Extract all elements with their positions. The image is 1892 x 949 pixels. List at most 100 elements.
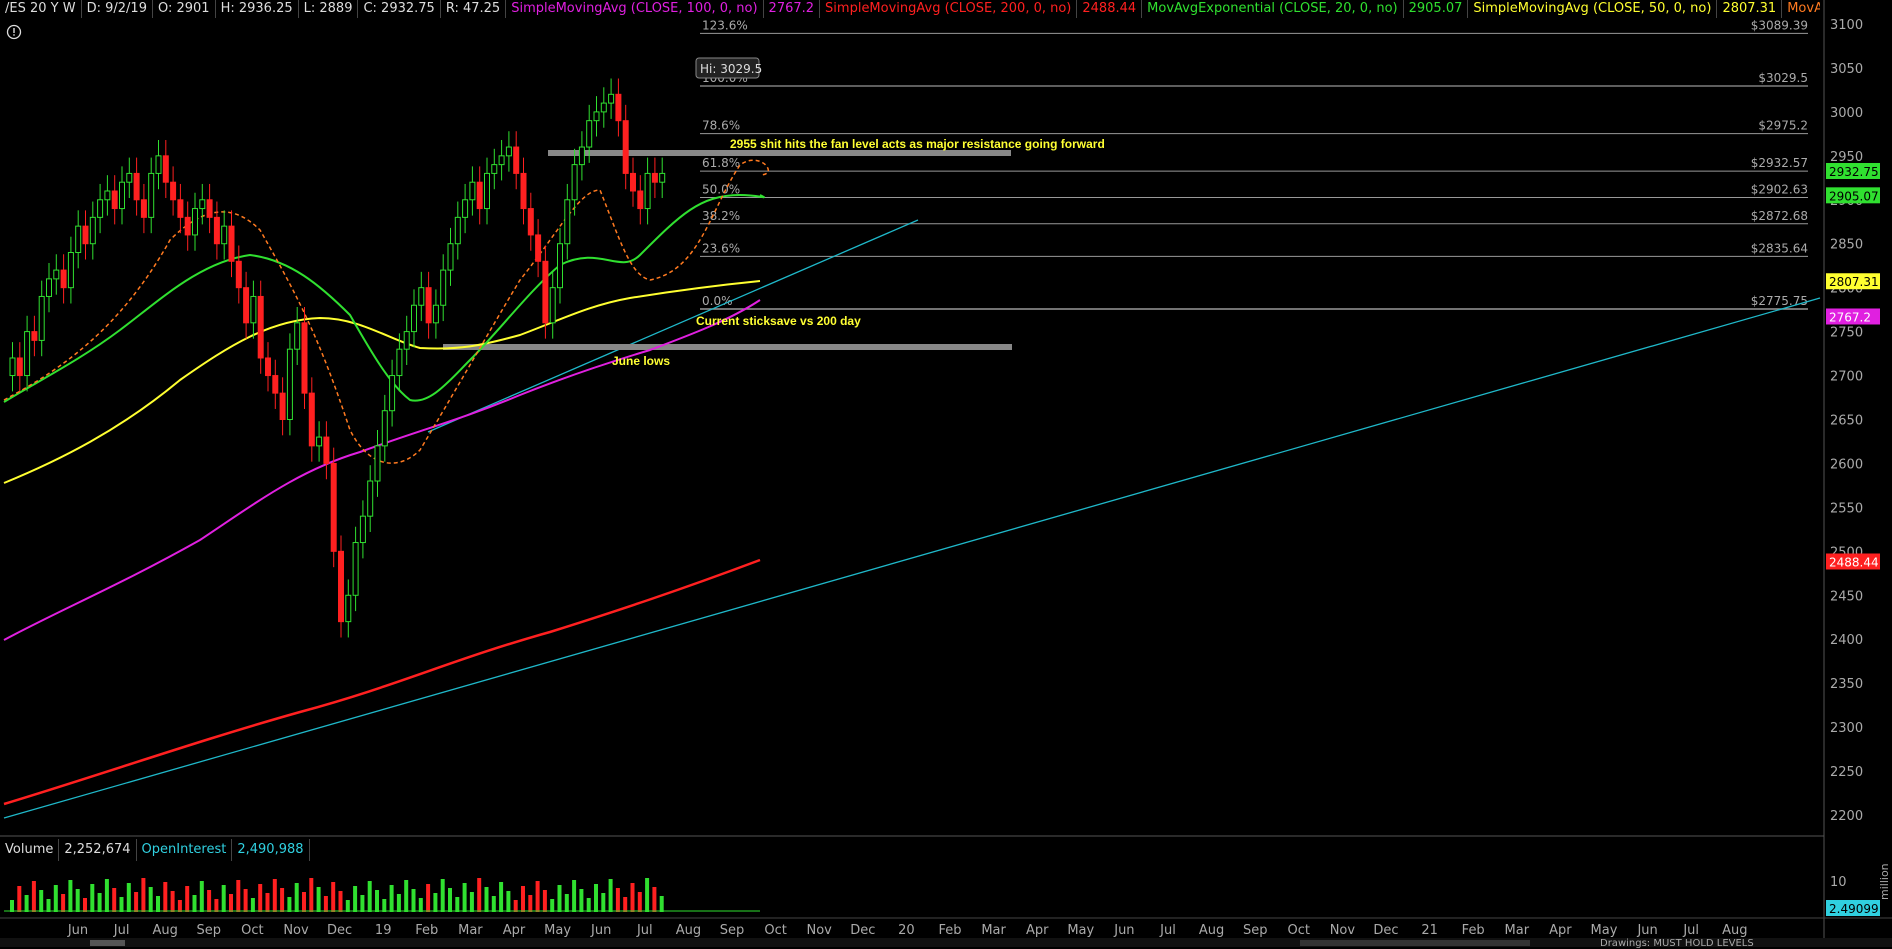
time-tick: Apr bbox=[503, 923, 526, 938]
volume-bar bbox=[367, 881, 372, 912]
time-tick: Aug bbox=[153, 923, 178, 938]
volume-bar bbox=[316, 887, 321, 912]
time-tick: Aug bbox=[1199, 923, 1224, 938]
volume-bar bbox=[396, 894, 401, 912]
price-tag: 2488.44 bbox=[1829, 555, 1879, 569]
range-label: R: 47.25 bbox=[441, 0, 507, 18]
candle-body bbox=[228, 225, 235, 262]
volume-bar bbox=[141, 878, 146, 912]
volume-bar bbox=[579, 889, 584, 912]
study-label[interactable]: SimpleMovingAvg (CLOSE, 50, 0, no) bbox=[1468, 0, 1718, 18]
study-label[interactable]: MovAvgExponential (CLOSE, 8, 0, no) bbox=[1782, 0, 1820, 18]
scrollbar-thumb[interactable] bbox=[90, 940, 125, 946]
volume-bar bbox=[382, 899, 387, 912]
sticksave-annotation: Current sticksave vs 200 day bbox=[696, 314, 861, 328]
candle-body bbox=[637, 190, 644, 210]
price-tag: 2767.2 bbox=[1829, 310, 1871, 324]
info-icon[interactable] bbox=[6, 24, 22, 40]
volume-bar bbox=[148, 887, 153, 912]
volume-bars bbox=[10, 878, 664, 912]
fib-percent: 123.6% bbox=[702, 18, 748, 32]
study-value: 2807.31 bbox=[1717, 0, 1783, 18]
open-label: O: 2901 bbox=[153, 0, 216, 18]
volume-bar bbox=[221, 885, 226, 912]
time-tick: Aug bbox=[676, 923, 701, 938]
volume-bar bbox=[229, 894, 233, 912]
candle-body bbox=[24, 331, 31, 377]
candle-body bbox=[338, 550, 344, 623]
candle-body bbox=[301, 322, 308, 394]
time-tick: Sep bbox=[1243, 923, 1268, 938]
volume-bar bbox=[550, 899, 555, 912]
volume-bar bbox=[411, 889, 416, 912]
ema-20-line bbox=[3, 193, 765, 403]
candle-body bbox=[330, 462, 337, 552]
volume-bar bbox=[572, 880, 577, 912]
candle-body bbox=[462, 199, 469, 218]
candle-body bbox=[119, 181, 125, 210]
study-label[interactable]: MovAvgExponential (CLOSE, 20, 0, no) bbox=[1142, 0, 1404, 18]
volume-bar bbox=[156, 896, 160, 912]
time-axis[interactable]: Jun Jul Aug Sep Oct Nov Dec 19 Feb Mar Apr May Jun Ju… bbox=[67, 923, 1748, 938]
time-tick: Jul bbox=[1682, 923, 1699, 938]
price-axis[interactable]: 3100305030002950290028502800275027002650… bbox=[1830, 18, 1863, 824]
candle-body bbox=[46, 278, 52, 297]
hi-bubble-text: Hi: 3029.5 bbox=[700, 62, 762, 76]
volume-bar bbox=[637, 892, 642, 912]
candle-body bbox=[651, 172, 658, 183]
drawings-label: Drawings: MUST HOLD LEVELS bbox=[1600, 938, 1754, 949]
time-tick: Jul bbox=[636, 923, 653, 938]
volume-bar bbox=[83, 898, 87, 912]
volume-bar bbox=[389, 885, 394, 912]
candle-body bbox=[571, 164, 578, 201]
time-tick: Mar bbox=[981, 923, 1006, 938]
candle-body bbox=[184, 216, 191, 236]
price-tag: 2905.07 bbox=[1829, 189, 1879, 203]
candle-body bbox=[206, 199, 213, 218]
candle-body bbox=[396, 348, 403, 377]
candle-body bbox=[53, 269, 60, 280]
june-lows-zone bbox=[443, 344, 1012, 350]
candle-body bbox=[389, 375, 396, 412]
candle-body bbox=[418, 287, 425, 306]
candle-body bbox=[75, 225, 82, 254]
volume-bar bbox=[302, 892, 306, 912]
volume-bar bbox=[323, 896, 328, 912]
time-tick: Sep bbox=[720, 923, 745, 938]
time-tick: Nov bbox=[1330, 923, 1356, 938]
volume-bar bbox=[608, 879, 613, 912]
candle-body bbox=[272, 375, 279, 394]
time-tick: Jun bbox=[1636, 923, 1657, 938]
time-tick: Dec bbox=[850, 923, 875, 938]
candle-body bbox=[9, 357, 16, 377]
price-tick: 3100 bbox=[1830, 18, 1863, 33]
volume-bar bbox=[177, 900, 182, 912]
candle-body bbox=[257, 295, 264, 359]
study-label[interactable]: SimpleMovingAvg (CLOSE, 100, 0, no) bbox=[506, 0, 764, 18]
volume-bar bbox=[97, 893, 102, 912]
fib-price: $2975.2 bbox=[1758, 119, 1808, 133]
open-interest-value: 2,490,988 bbox=[232, 839, 310, 861]
fib-price: $3029.5 bbox=[1758, 71, 1808, 85]
fib-lines: 123.6%$3089.39100.0%$3029.578.6%$2975.26… bbox=[700, 18, 1808, 310]
volume-bar bbox=[462, 883, 467, 912]
volume-bar bbox=[513, 900, 518, 912]
candle-body bbox=[578, 146, 585, 166]
study-label[interactable]: SimpleMovingAvg (CLOSE, 200, 0, no) bbox=[820, 0, 1078, 18]
symbol-label[interactable]: /ES 20 Y W bbox=[0, 0, 82, 18]
time-tick: Jun bbox=[67, 923, 88, 938]
study-value: 2905.07 bbox=[1404, 0, 1469, 18]
candle-body bbox=[265, 357, 271, 377]
volume-bar bbox=[265, 893, 270, 912]
moving-average-lines bbox=[3, 159, 769, 806]
candle-body bbox=[38, 295, 45, 341]
volume-bar bbox=[477, 878, 482, 912]
ma-100-line bbox=[3, 299, 761, 641]
time-tick: May bbox=[1067, 923, 1094, 938]
candle-body bbox=[622, 120, 629, 174]
candle-body bbox=[557, 243, 563, 289]
candle-body bbox=[644, 172, 651, 210]
chart-area[interactable]: 123.6% $3089.39 10 0.0% $3029.5 78.6% $2975.2 6… bbox=[0, 0, 1892, 947]
volume-bar bbox=[521, 886, 525, 912]
candle-body bbox=[447, 243, 454, 271]
